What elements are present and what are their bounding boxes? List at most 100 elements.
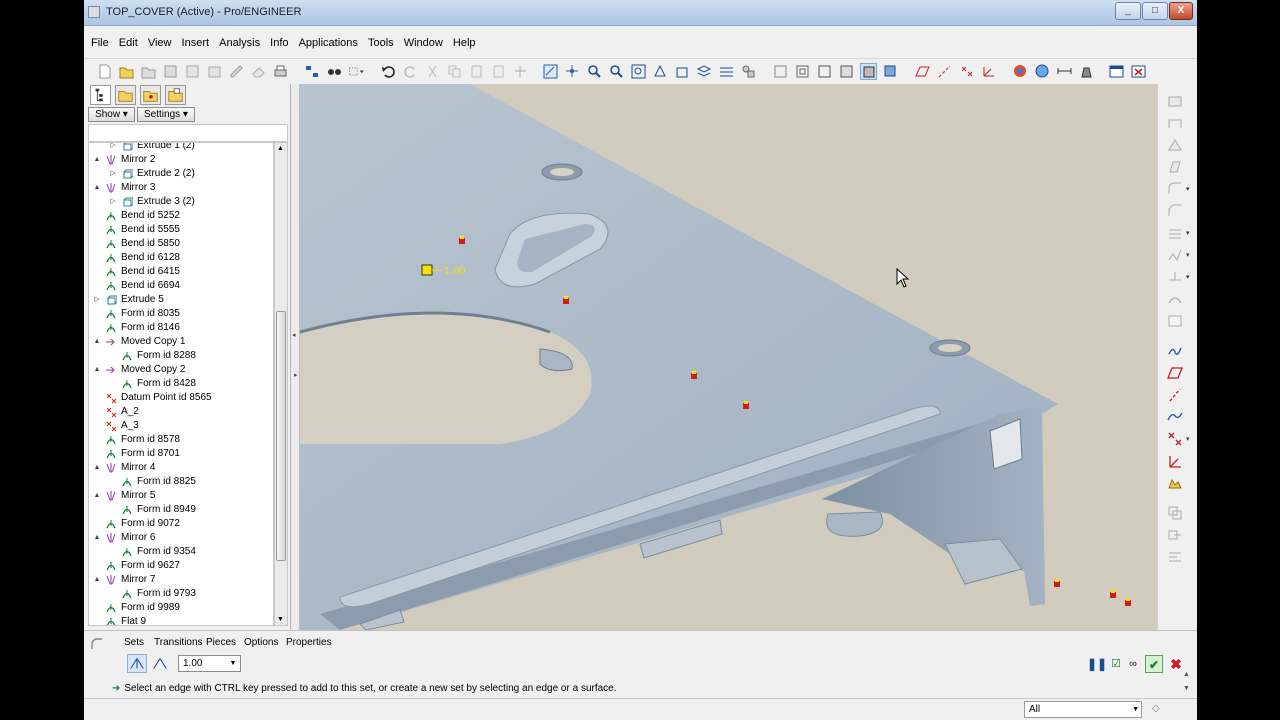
round-dropdown-icon[interactable]: ▾ xyxy=(1186,185,1190,193)
form-icon[interactable] xyxy=(1166,290,1184,308)
zoom-in-icon[interactable] xyxy=(586,63,603,80)
scroll-up-icon[interactable]: ▲ xyxy=(277,145,284,152)
enhanced-realism-icon[interactable] xyxy=(882,63,899,80)
spin-center-icon[interactable] xyxy=(564,63,581,80)
chamfer-icon[interactable] xyxy=(1166,202,1184,220)
tree-item[interactable]: Bend id 6128 xyxy=(89,251,273,265)
save-copy-icon[interactable] xyxy=(184,63,201,80)
copy-feature-icon[interactable] xyxy=(1166,504,1184,522)
tree-item[interactable]: Bend id 5555 xyxy=(89,223,273,237)
collapse-arrow-icon[interactable]: ▲ xyxy=(93,335,101,349)
tab-transitions[interactable]: Transitions xyxy=(154,637,203,648)
tab-connections[interactable] xyxy=(165,85,186,105)
tree-item[interactable]: Flat 9 xyxy=(89,615,273,625)
browser-icon[interactable] xyxy=(1012,63,1029,80)
draft-icon[interactable] xyxy=(1166,158,1184,176)
tree-item[interactable]: ▷ Extrude 1 (2) xyxy=(89,143,273,153)
menu-insert[interactable]: Insert xyxy=(182,33,210,53)
tab-sets[interactable]: Sets xyxy=(124,637,144,648)
analysis-feature-icon[interactable] xyxy=(1166,474,1184,492)
extend-icon[interactable] xyxy=(1166,548,1184,566)
tree-item[interactable]: ▲ Mirror 4 xyxy=(89,461,273,475)
message-scroll[interactable]: ▲ ▼ xyxy=(1183,671,1195,699)
tree-item[interactable]: Form id 9627 xyxy=(89,559,273,573)
tree-item[interactable]: A_2 xyxy=(89,405,273,419)
tab-favorites[interactable] xyxy=(140,85,161,105)
expand-right-icon[interactable]: ▸ xyxy=(294,371,298,379)
menu-analysis[interactable]: Analysis xyxy=(219,33,260,53)
filter-dropdown-icon[interactable]: ▼ xyxy=(1132,702,1139,717)
tree-item[interactable]: Bend id 5850 xyxy=(89,237,273,251)
redo-icon[interactable] xyxy=(402,63,419,80)
tree-item[interactable]: ▲ Mirror 7 xyxy=(89,573,273,587)
shell-icon[interactable] xyxy=(1166,114,1184,132)
datum-axis-icon[interactable] xyxy=(1166,386,1184,404)
round-icon[interactable] xyxy=(1166,180,1184,198)
tree-item[interactable]: ▷ Extrude 2 (2) xyxy=(89,167,273,181)
tree-item[interactable]: ▷ Extrude 5 xyxy=(89,293,273,307)
scroll-down-icon[interactable]: ▼ xyxy=(277,616,284,623)
collapse-arrow-icon[interactable]: ▲ xyxy=(93,153,101,167)
print-icon[interactable] xyxy=(272,63,289,80)
paste-special-icon[interactable] xyxy=(490,63,507,80)
expand-arrow-icon[interactable]: ▷ xyxy=(109,195,117,209)
tree-item[interactable]: Bend id 6415 xyxy=(89,265,273,279)
find-icon[interactable] xyxy=(326,63,343,80)
layers-icon[interactable] xyxy=(696,63,713,80)
saved-views-icon[interactable] xyxy=(674,63,691,80)
flatten-icon[interactable] xyxy=(1166,312,1184,330)
tree-item[interactable]: Form id 8825 xyxy=(89,475,273,489)
tree-item[interactable]: Form id 9793 xyxy=(89,587,273,601)
window-close-icon[interactable] xyxy=(1130,63,1147,80)
panel-splitter[interactable]: ◂ ▸ xyxy=(291,84,300,630)
tree-item[interactable]: Form id 8146 xyxy=(89,321,273,335)
model-tree-icon[interactable] xyxy=(304,63,321,80)
tab-model-tree[interactable] xyxy=(90,85,111,105)
measure-icon[interactable] xyxy=(1056,63,1073,80)
coordinate-system-icon[interactable] xyxy=(1166,452,1184,470)
menu-window[interactable]: Window xyxy=(404,33,443,53)
open-icon[interactable] xyxy=(118,63,135,80)
tree-item[interactable]: ▲ Mirror 3 xyxy=(89,181,273,195)
copy-icon[interactable] xyxy=(446,63,463,80)
radius-dropdown-icon[interactable]: ▼ xyxy=(226,656,240,671)
backup-icon[interactable] xyxy=(206,63,223,80)
collapse-left-icon[interactable]: ◂ xyxy=(292,331,296,339)
tree-item[interactable]: Form id 8578 xyxy=(89,433,273,447)
menu-file[interactable]: File xyxy=(91,33,109,53)
tree-item[interactable]: Bend id 6694 xyxy=(89,279,273,293)
rename-icon[interactable] xyxy=(228,63,245,80)
hole-icon[interactable] xyxy=(1166,92,1184,110)
radius-input[interactable]: 1.00 ▼ xyxy=(178,655,241,672)
scroll-thumb[interactable] xyxy=(276,311,286,561)
coordinate-systems-icon[interactable] xyxy=(980,63,997,80)
menu-info[interactable]: Info xyxy=(270,33,288,53)
appearance-icon[interactable] xyxy=(740,63,757,80)
menu-help[interactable]: Help xyxy=(453,33,476,53)
tree-item[interactable]: ▲ Moved Copy 1 xyxy=(89,335,273,349)
tree-item[interactable]: Form id 8949 xyxy=(89,503,273,517)
datum-points-icon[interactable] xyxy=(958,63,975,80)
sketch-icon[interactable] xyxy=(1166,342,1184,360)
selection-filter[interactable]: All ▼ xyxy=(1024,701,1142,718)
new-icon[interactable] xyxy=(96,63,113,80)
preview-glasses-button[interactable]: ∞ xyxy=(1124,655,1142,673)
open-folder-icon[interactable] xyxy=(140,63,157,80)
merge-icon[interactable] xyxy=(1166,526,1184,544)
datum-curve-icon[interactable] xyxy=(1166,408,1184,426)
datum-planes-icon[interactable] xyxy=(914,63,931,80)
datum-point-dropdown-icon[interactable]: ▾ xyxy=(1186,435,1190,443)
set-mode-button[interactable] xyxy=(127,654,147,673)
datum-plane-icon[interactable] xyxy=(1166,364,1184,382)
pattern-icon[interactable] xyxy=(1166,224,1184,242)
tab-folder-browser[interactable] xyxy=(115,85,136,105)
maximize-button[interactable]: □ xyxy=(1142,2,1168,20)
tree-item[interactable]: Form id 8428 xyxy=(89,377,273,391)
unbend-icon[interactable] xyxy=(1166,268,1184,286)
cut-icon[interactable] xyxy=(424,63,441,80)
pause-button[interactable]: ❚❚ xyxy=(1087,655,1107,673)
tree-item[interactable]: Form id 8701 xyxy=(89,447,273,461)
menu-view[interactable]: View xyxy=(148,33,172,53)
bend-dropdown-icon[interactable]: ▾ xyxy=(1186,229,1190,237)
menu-tools[interactable]: Tools xyxy=(368,33,394,53)
